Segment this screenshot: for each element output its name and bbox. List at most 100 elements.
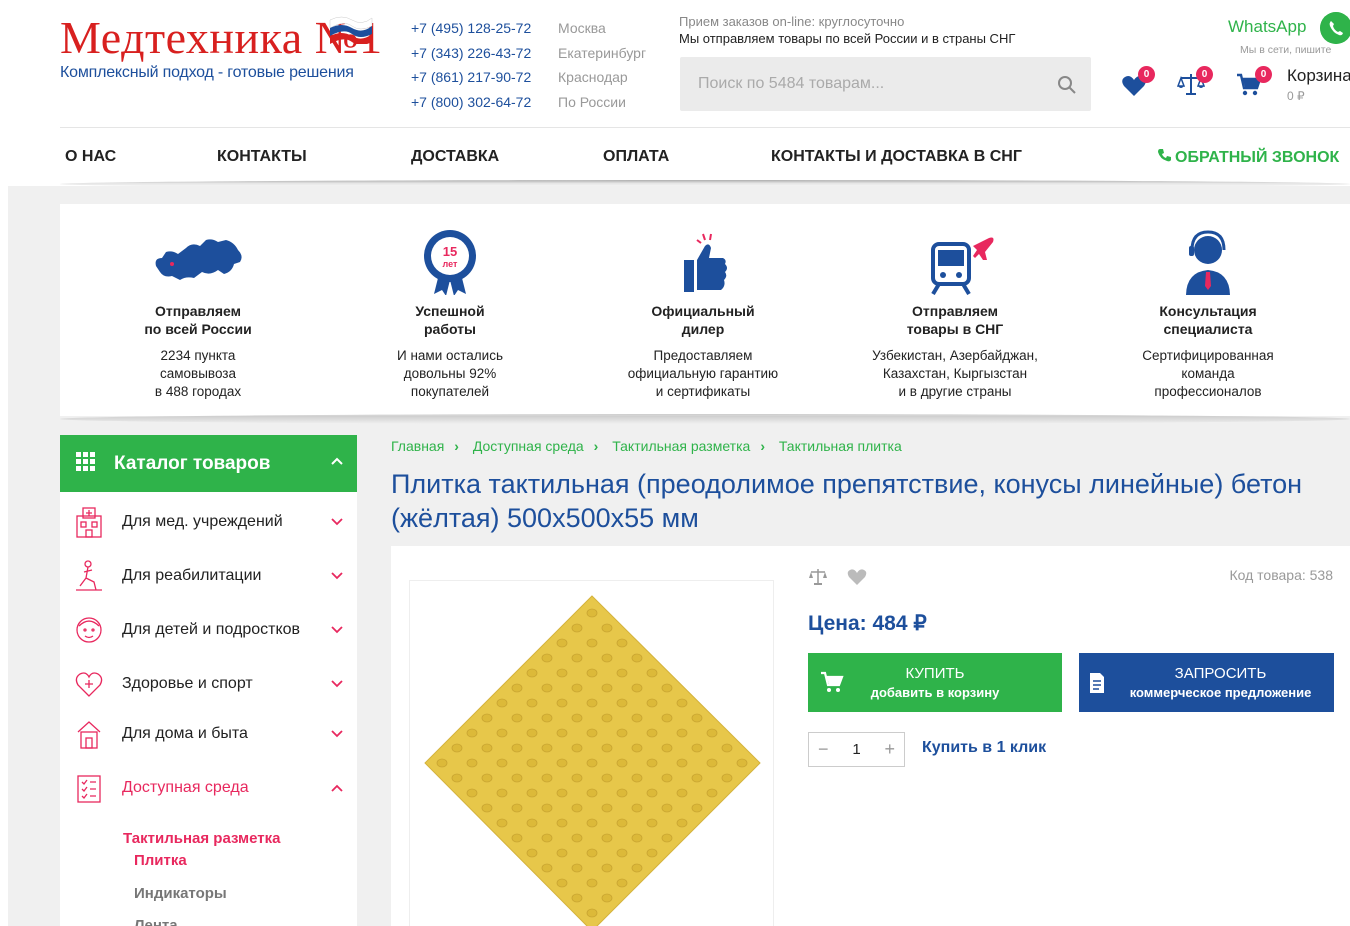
chevron-right-icon: › [593,438,599,454]
feature-title: Успешной работы [325,302,575,338]
breadcrumb-home[interactable]: Главная [391,438,444,454]
tile-bump [706,788,718,798]
buy-button[interactable]: КУПИТЬ добавить в корзину [808,653,1062,712]
catalog-item-label: Для мед. учреждений [122,513,283,530]
tile-bump [526,698,538,708]
chevron-down-icon[interactable] [331,680,343,688]
chevron-down-icon[interactable] [331,518,343,526]
phone-russia[interactable]: +7 (800) 302-64-72 [411,90,531,115]
catalog-item-health[interactable]: Здоровье и спорт [60,658,357,710]
favorite-icon[interactable] [847,568,867,586]
tile-bump [706,728,718,738]
tile-bump [556,788,568,798]
tile-bump [631,773,643,783]
feature-desc: Предоставляем официальную гарантию и сер… [578,347,828,401]
search-input[interactable] [698,57,1038,111]
grid-icon [76,452,95,471]
catalog-item-accessible[interactable]: Доступная среда [60,762,357,814]
tile-bump [676,698,688,708]
catalog-item-medical[interactable]: Для мед. учреждений [60,496,357,548]
catalog-item-children[interactable]: Для детей и подростков [60,604,357,656]
catalog-header[interactable]: Каталог товаров [60,435,357,492]
tile-bump [646,788,658,798]
page-title: Плитка тактильная (преодолимое препятств… [391,469,1303,533]
nav-about[interactable]: О НАС [65,148,116,166]
whatsapp-icon[interactable] [1320,12,1350,44]
catalog-item-home[interactable]: Для дома и быта [60,708,357,760]
tile-bump [616,878,628,888]
order-info: Прием заказов on-line: круглосуточно Мы … [679,13,1015,47]
compare-button[interactable]: 0 [1177,66,1213,100]
tile-bump [496,728,508,738]
tile-bump [601,683,613,693]
phone-krasnodar[interactable]: +7 (861) 217-90-72 [411,65,531,90]
tile-bump [631,863,643,873]
tile-bump [511,683,523,693]
tile-bump [481,713,493,723]
tile-bump [466,788,478,798]
cart-title[interactable]: Корзина [1287,66,1350,86]
tile-bump [541,713,553,723]
tile-bump [466,758,478,768]
chevron-down-icon[interactable] [331,730,343,738]
nav-contacts[interactable]: КОНТАКТЫ [217,148,307,166]
phone-moscow[interactable]: +7 (495) 128-25-72 [411,16,531,41]
nav-delivery[interactable]: ДОСТАВКА [411,148,499,166]
request-label: ЗАПРОСИТЬ [1174,665,1267,682]
submenu-item-indicators[interactable]: Индикаторы [134,885,227,902]
tile-bump [616,818,628,828]
checklist-icon [77,775,101,803]
submenu-tactile[interactable]: Тактильная разметка [123,830,281,847]
tile-bump [541,803,553,813]
tile-bump [646,818,658,828]
request-quote-button[interactable]: ЗАПРОСИТЬ коммерческое предложение [1079,653,1334,712]
submenu-item-tiles[interactable]: Плитка [134,852,187,869]
nav-callback[interactable]: ОБРАТНЫЙ ЗВОНОК [1157,148,1339,167]
feature-title: Официальный дилер [578,302,828,338]
chevron-down-icon[interactable] [331,572,343,580]
plus-icon[interactable]: + [884,739,895,760]
nav-cis-delivery[interactable]: КОНТАКТЫ И ДОСТАВКА В СНГ [771,148,1022,166]
award-15-years-icon: 15 лет [424,230,476,295]
product-code: Код товара: 538 [1229,567,1333,583]
phone-ekaterinburg[interactable]: +7 (343) 226-43-72 [411,41,531,66]
feature-desc-line: довольны 92% [403,366,497,381]
tile-bump [601,773,613,783]
tile-bump [661,803,673,813]
tile-bump [526,758,538,768]
tile-bump [496,698,508,708]
catalog-item-rehab[interactable]: Для реабилитации [60,550,357,602]
compare-badge: 0 [1196,66,1213,83]
product-price: Цена: 484 ₽ [808,612,927,635]
tile-bump [541,773,553,783]
favorites-button[interactable]: 0 [1119,66,1155,100]
tile-bump [631,683,643,693]
breadcrumb-tactile[interactable]: Тактильная разметка [612,438,750,454]
search-icon[interactable] [1057,75,1077,95]
tile-bump [676,728,688,738]
tile-bump [691,743,703,753]
one-click-buy-link[interactable]: Купить в 1 клик [922,739,1046,757]
whatsapp-link[interactable]: WhatsApp [1228,17,1306,37]
chevron-up-icon[interactable] [331,457,343,465]
chevron-down-icon[interactable] [331,626,343,634]
shipping-info: Мы отправляем товары по всей России и в … [679,31,1016,46]
catalog-item-label: Для реабилитации [122,567,262,584]
submenu-item-tape[interactable]: Лента [134,917,178,926]
breadcrumb-accessible[interactable]: Доступная среда [473,438,584,454]
feature-title: Консультация специалиста [1083,302,1333,338]
cart-button[interactable]: 0 [1236,66,1272,100]
buy-label-group: КУПИТЬ добавить в корзину [808,664,1062,702]
breadcrumb-tiles[interactable]: Тактильная плитка [779,438,902,454]
tile-bump [571,863,583,873]
logo[interactable]: Медтехника №1 Комплексный подход - готов… [60,14,390,82]
compare-icon[interactable] [808,568,828,586]
nav-payment[interactable]: ОПЛАТА [603,148,669,166]
features-panel: Отправляем по всей России 2234 пункта са… [60,204,1350,416]
tile-bump [571,803,583,813]
tile-bump [616,668,628,678]
tile-bump [496,758,508,768]
cart-badge: 0 [1255,66,1272,83]
product-image[interactable] [409,580,774,926]
chevron-up-icon[interactable] [331,784,343,792]
